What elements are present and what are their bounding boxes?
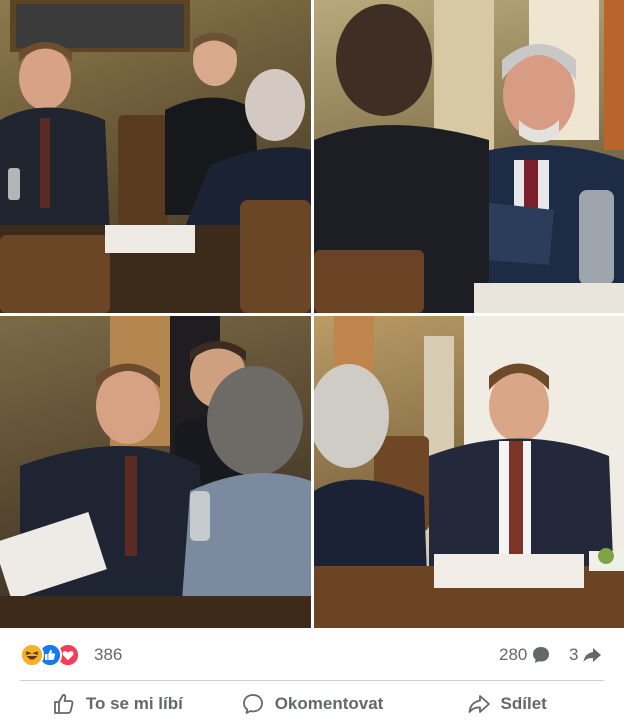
comment-icon <box>242 694 263 714</box>
comment-button[interactable]: Okomentovat <box>215 686 410 722</box>
photo-grid <box>0 0 624 628</box>
reactions-divider <box>20 680 604 681</box>
like-button[interactable]: To se mi líbí <box>20 686 215 722</box>
thumbs-up-icon <box>53 694 74 714</box>
comment-button-label: Okomentovat <box>274 694 384 713</box>
like-button-label: To se mi líbí <box>85 694 183 713</box>
post-actions-bar: To se mi líbí Okomentovat Sdílet <box>20 686 604 722</box>
share-count[interactable]: 3 <box>569 645 602 665</box>
reaction-icons[interactable] <box>20 643 80 667</box>
share-button[interactable]: Sdílet <box>409 686 604 722</box>
post-photo-1[interactable] <box>0 0 311 313</box>
share-icon <box>468 695 490 713</box>
share-button-label: Sdílet <box>500 694 547 713</box>
share-count-value: 3 <box>569 645 579 664</box>
comment-count-value: 280 <box>499 645 528 664</box>
share-arrow-icon <box>583 648 602 662</box>
comment-bubble-icon <box>533 647 550 663</box>
post-photo-2[interactable] <box>314 0 624 313</box>
post-photo-3[interactable] <box>0 316 311 628</box>
post-photo-4[interactable] <box>314 316 624 628</box>
reaction-count[interactable]: 386 <box>94 645 122 665</box>
comment-count[interactable]: 280 <box>499 645 551 665</box>
haha-icon <box>20 643 44 667</box>
